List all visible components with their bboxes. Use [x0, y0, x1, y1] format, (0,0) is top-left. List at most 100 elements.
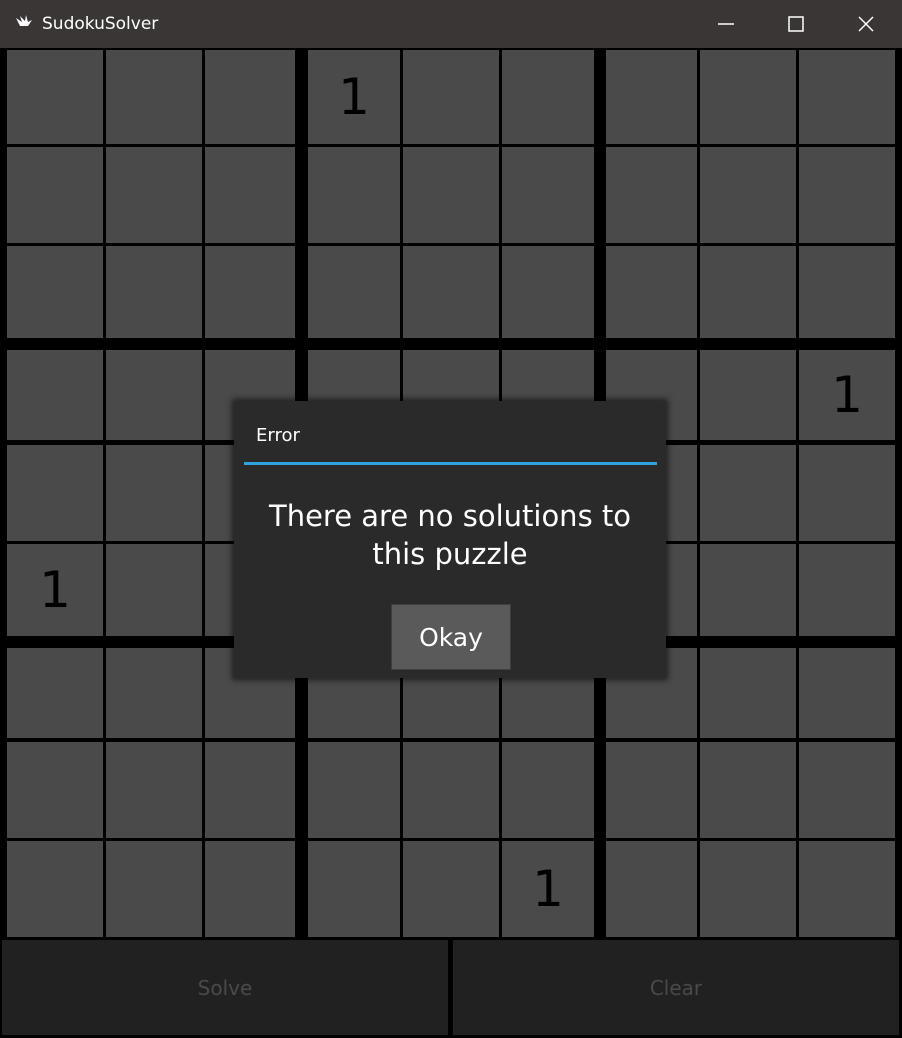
cell-value: [502, 246, 594, 338]
cell-value: [700, 350, 796, 440]
sudoku-cell[interactable]: [403, 50, 499, 144]
dialog-divider: [244, 462, 657, 465]
sudoku-cell[interactable]: 1: [502, 841, 594, 937]
sudoku-cell[interactable]: [308, 147, 400, 243]
minimize-button[interactable]: [692, 0, 760, 48]
sudoku-cell[interactable]: [106, 50, 202, 144]
kivy-app-icon: [14, 14, 34, 32]
app-window: SudokuSolver 1 1 1 1 Solve Clear Error Ther…: [0, 0, 902, 1038]
sudoku-cell[interactable]: [799, 544, 895, 636]
sudoku-cell[interactable]: 1: [799, 350, 895, 440]
sudoku-cell[interactable]: [205, 841, 295, 937]
cell-value: [106, 147, 202, 243]
sudoku-cell[interactable]: [7, 445, 103, 541]
sudoku-cell[interactable]: [308, 246, 400, 338]
sudoku-cell[interactable]: [799, 246, 895, 338]
cell-value: 1: [39, 561, 71, 619]
sudoku-cell[interactable]: [606, 841, 697, 937]
cell-value: [700, 147, 796, 243]
sudoku-cell[interactable]: [7, 350, 103, 440]
sudoku-cell[interactable]: [106, 246, 202, 338]
sudoku-cell[interactable]: [308, 742, 400, 838]
cell-value: [799, 246, 895, 338]
sudoku-cell[interactable]: [106, 147, 202, 243]
sudoku-cell[interactable]: 1: [308, 50, 400, 144]
sudoku-cell[interactable]: [799, 742, 895, 838]
sudoku-cell[interactable]: [700, 648, 796, 738]
solve-button[interactable]: Solve: [2, 940, 448, 1035]
sudoku-cell[interactable]: [700, 147, 796, 243]
sudoku-cell[interactable]: [700, 445, 796, 541]
sudoku-cell[interactable]: [700, 350, 796, 440]
sudoku-cell[interactable]: [403, 742, 499, 838]
cell-value: [606, 246, 697, 338]
maximize-icon: [788, 16, 804, 32]
cell-value: [106, 350, 202, 440]
sudoku-cell[interactable]: [205, 50, 295, 144]
sudoku-cell[interactable]: [799, 50, 895, 144]
action-bar: Solve Clear: [0, 938, 902, 1038]
sudoku-cell[interactable]: [205, 742, 295, 838]
cell-value: [205, 742, 295, 838]
sudoku-cell[interactable]: [7, 50, 103, 144]
sudoku-cell[interactable]: [799, 147, 895, 243]
window-title: SudokuSolver: [42, 14, 159, 34]
sudoku-cell[interactable]: [799, 841, 895, 937]
cell-value: [403, 50, 499, 144]
sudoku-cell[interactable]: [606, 50, 697, 144]
cell-value: 1: [831, 366, 863, 424]
sudoku-cell[interactable]: [205, 147, 295, 243]
sudoku-cell[interactable]: [106, 445, 202, 541]
sudoku-cell[interactable]: [799, 445, 895, 541]
sudoku-cell[interactable]: [403, 841, 499, 937]
sudoku-cell[interactable]: [106, 648, 202, 738]
sudoku-cell[interactable]: 1: [7, 544, 103, 636]
sudoku-cell[interactable]: [7, 648, 103, 738]
close-button[interactable]: [832, 0, 900, 48]
sudoku-cell[interactable]: [7, 147, 103, 243]
cell-value: [799, 648, 895, 738]
title-bar[interactable]: SudokuSolver: [0, 0, 902, 48]
sudoku-cell[interactable]: [502, 742, 594, 838]
cell-value: [700, 841, 796, 937]
cell-value: [606, 841, 697, 937]
sudoku-cell[interactable]: [502, 50, 594, 144]
cell-value: [106, 742, 202, 838]
sudoku-cell[interactable]: [606, 147, 697, 243]
sudoku-cell[interactable]: [700, 544, 796, 636]
sudoku-cell[interactable]: [700, 50, 796, 144]
cell-value: [606, 147, 697, 243]
cell-value: [308, 246, 400, 338]
sudoku-cell[interactable]: [106, 841, 202, 937]
cell-value: [106, 246, 202, 338]
sudoku-cell[interactable]: [700, 742, 796, 838]
close-icon: [858, 16, 874, 32]
sudoku-cell[interactable]: [502, 147, 594, 243]
cell-value: [308, 147, 400, 243]
sudoku-cell[interactable]: [700, 246, 796, 338]
sudoku-cell[interactable]: [106, 350, 202, 440]
sudoku-cell[interactable]: [606, 742, 697, 838]
clear-button[interactable]: Clear: [453, 940, 899, 1035]
sudoku-cell[interactable]: [700, 841, 796, 937]
cell-value: [700, 246, 796, 338]
sudoku-cell[interactable]: [308, 841, 400, 937]
cell-value: [205, 147, 295, 243]
sudoku-cell[interactable]: [403, 246, 499, 338]
sudoku-cell[interactable]: [106, 742, 202, 838]
sudoku-cell[interactable]: [606, 246, 697, 338]
sudoku-cell[interactable]: [7, 841, 103, 937]
sudoku-cell[interactable]: [7, 742, 103, 838]
maximize-button[interactable]: [762, 0, 830, 48]
sudoku-cell[interactable]: [403, 147, 499, 243]
sudoku-cell[interactable]: [106, 544, 202, 636]
okay-button[interactable]: Okay: [391, 604, 511, 670]
cell-value: [799, 147, 895, 243]
cell-value: [403, 742, 499, 838]
sudoku-cell[interactable]: [799, 648, 895, 738]
sudoku-cell[interactable]: [502, 246, 594, 338]
sudoku-cell[interactable]: [7, 246, 103, 338]
cell-value: [700, 648, 796, 738]
sudoku-cell[interactable]: [205, 246, 295, 338]
cell-value: [7, 648, 103, 738]
